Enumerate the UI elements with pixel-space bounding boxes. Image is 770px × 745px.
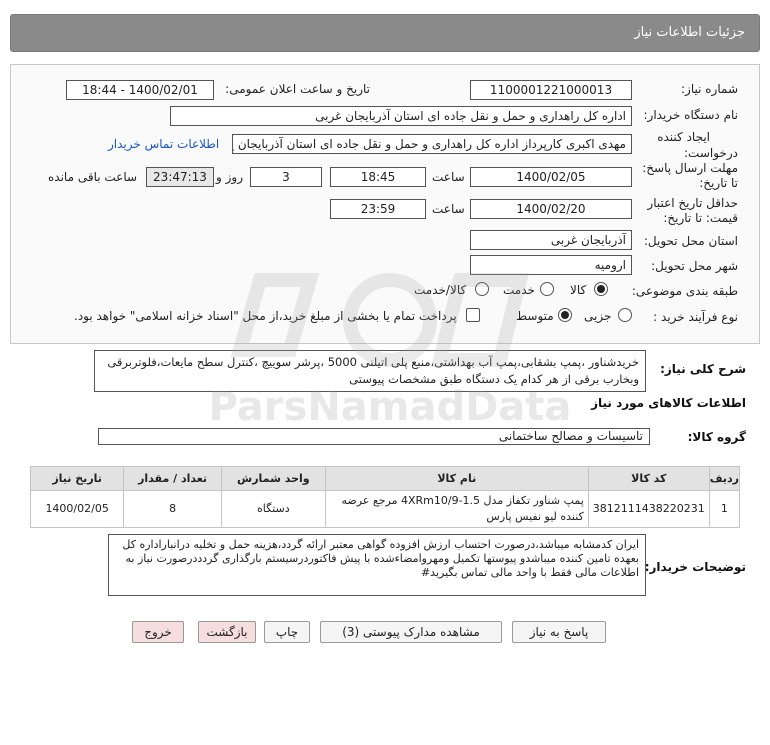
goods-table: ردیف کد کالا نام کالا واحد شمارش تعداد /… [29, 466, 741, 528]
category-radio-goods[interactable] [594, 282, 608, 296]
watermark-logo: ParsNamadData [209, 273, 572, 430]
cell-date: 1400/02/05 [29, 490, 125, 528]
reply-date-field: 1400/02/05 [470, 167, 632, 187]
category-label: طبقه بندی موضوعی: [631, 284, 738, 298]
days-field: 3 [250, 167, 322, 187]
cell-qty: 8 [123, 490, 222, 528]
col-code: کد کالا [587, 466, 710, 491]
cell-unit: دستگاه [220, 490, 326, 528]
reply-button[interactable]: پاسخ به نیاز [512, 621, 606, 643]
table-row: 1 3812111438220231 پمپ شناور تکفاز مدل 4… [29, 490, 741, 528]
city-label: شهر محل تحویل: [651, 259, 738, 273]
reply-deadline-label-line2: تا تاریخ: [699, 176, 738, 190]
need-number-label: شماره نیاز: [681, 82, 738, 96]
attachments-button[interactable]: مشاهده مدارک پیوستی (3) [320, 621, 502, 643]
cell-row: 1 [708, 490, 741, 528]
province-label: استان محل تحویل: [643, 234, 738, 248]
price-deadline-label-line2: قیمت: تا تاریخ: [663, 211, 738, 225]
price-time-label: ساعت [432, 202, 465, 216]
price-time-field: 23:59 [330, 199, 426, 219]
price-date-field: 1400/02/20 [470, 199, 632, 219]
exit-button[interactable]: خروج [132, 621, 184, 643]
summary-label: شرح کلی نیاز: [660, 362, 746, 376]
col-qty: تعداد / مقدار [123, 466, 222, 491]
print-button[interactable]: چاپ [264, 621, 310, 643]
cell-name: پمپ شناور تکفاز مدل 4XRm10/9-1.5 مرجع عر… [324, 490, 589, 528]
back-button[interactable]: بازگشت [198, 621, 256, 643]
process-minor-label: جزیی [584, 309, 612, 323]
goods-group-label: گروه کالا: [687, 430, 746, 444]
svg-text:ParsNamadData: ParsNamadData [209, 384, 572, 430]
col-row: ردیف [708, 466, 741, 491]
goods-section-title: اطلاعات کالاهای مورد نیاز [591, 396, 746, 410]
remaining-time-field: 23:47:13 [146, 167, 214, 187]
col-name: نام کالا [324, 466, 589, 491]
col-unit: واحد شمارش [220, 466, 326, 491]
buyer-field: اداره کل راهداری و حمل و نقل جاده ای است… [170, 106, 632, 126]
remaining-label: ساعت باقی مانده [48, 170, 138, 184]
reply-deadline-label-line1: مهلت ارسال پاسخ: [642, 161, 738, 175]
process-radio-minor[interactable] [618, 308, 632, 322]
price-deadline-label-line1: حداقل تاریخ اعتبار [647, 196, 738, 210]
announce-field: 1400/02/01 - 18:44 [66, 80, 214, 100]
contact-buyer-link[interactable]: اطلاعات تماس خریدار [108, 137, 219, 151]
buyer-notes-text: ایران کدمشابه میباشد،درصورت احتساب ارزش … [108, 534, 646, 596]
page-title: جزئیات اطلاعات نیاز [634, 25, 745, 40]
days-label: روز و [216, 170, 243, 184]
process-label: نوع فرآیند خرید : [653, 310, 738, 324]
creator-label-line1: ایجاد کننده [657, 130, 710, 144]
cell-code: 3812111438220231 [587, 490, 710, 528]
creator-label-line2: درخواست: [684, 146, 738, 160]
page-header: جزئیات اطلاعات نیاز [10, 14, 760, 52]
reply-time-label: ساعت [432, 170, 465, 184]
reply-time-field: 18:45 [330, 167, 426, 187]
creator-field: مهدی اکبری کارپرداز اداره کل راهداری و ح… [232, 134, 632, 154]
announce-label: تاریخ و ساعت اعلان عمومی: [225, 82, 370, 96]
buyer-notes-label: توضیحات خریدار: [644, 560, 746, 574]
need-number-field: 1100001221000013 [470, 80, 632, 100]
buyer-label: نام دستگاه خریدار: [643, 108, 739, 122]
col-date: تاریخ نیاز [29, 466, 125, 491]
